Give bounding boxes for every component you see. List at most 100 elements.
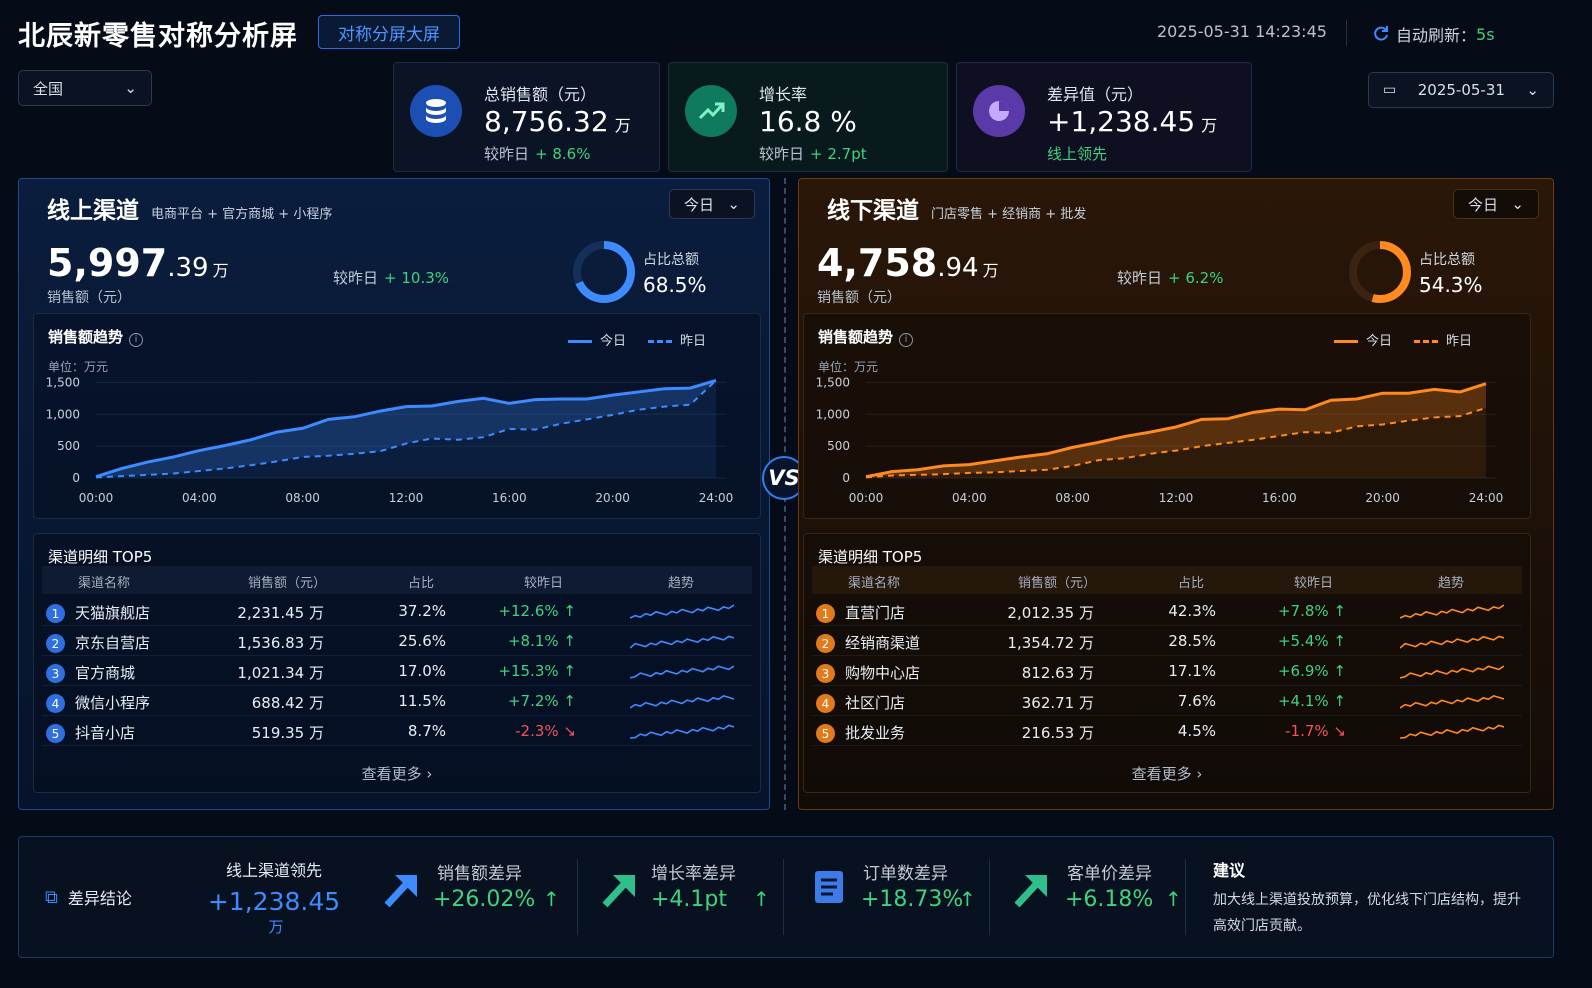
arrow-up-right-icon <box>602 875 635 908</box>
kpi-sub: 较昨日 + 8.6% <box>484 145 591 163</box>
auto-refresh[interactable]: 自动刷新： 5s <box>1372 22 1495 46</box>
sparkline-path <box>630 635 734 649</box>
channel-name: 1 天猫旗舰店 <box>46 602 150 623</box>
kpi-value: 16.8 % <box>759 105 857 138</box>
sparkline <box>630 665 734 679</box>
channel-change: +5.4% ↑ <box>1277 632 1346 650</box>
view-more-link[interactable]: 查看更多 › <box>804 763 1530 784</box>
channel-name: 5 批发业务 <box>816 722 905 743</box>
trend-title: 销售额趋势 i <box>48 326 144 347</box>
share-total: 占比总额 68.5% <box>643 252 707 297</box>
kpi-sub: 较昨日 + 2.7pt <box>759 145 867 163</box>
sparkline-path <box>1400 665 1504 679</box>
arrow-up-icon: ↑ <box>1333 602 1346 620</box>
period-select[interactable]: 今日 ⌄ <box>1453 189 1539 219</box>
table-row[interactable]: 4 微信小程序 688.42 万 11.5% +7.2% ↑ <box>42 686 752 716</box>
sparkline <box>630 635 734 649</box>
arrow-up-icon: ↑ <box>563 632 576 650</box>
database-icon <box>410 85 462 137</box>
legend-yesterday[interactable]: 昨日 <box>1414 330 1472 349</box>
table-row[interactable]: 2 经销商渠道 1,354.72 万 28.5% +5.4% ↑ <box>812 626 1522 656</box>
channel-change: +6.9% ↑ <box>1277 662 1346 680</box>
channel-name: 4 社区门店 <box>816 692 905 713</box>
legend-today[interactable]: 今日 <box>568 330 626 349</box>
table-header: 渠道名称 销售额（元） 占比 较昨日 趋势 <box>42 566 752 594</box>
region-select[interactable]: 全国 ⌄ <box>18 70 152 106</box>
rank-badge: 5 <box>46 724 65 743</box>
trend-card: 销售额趋势 i 今日 昨日 单位：万元 0 500 1,000 1,500 00:00 04… <box>803 313 1531 519</box>
channel-share: 42.3% <box>1168 602 1216 620</box>
sparkline-path <box>1400 635 1504 649</box>
kpi-label: 总销售额（元） <box>484 85 597 104</box>
metric-sales-diff: 销售额差异 +26.02% ↑ <box>381 837 571 957</box>
trend-title: 销售额趋势 i <box>818 326 914 347</box>
date-picker[interactable]: ▭ 2025-05-31 ⌄ <box>1368 72 1554 108</box>
x-tick-label: 20:00 <box>1365 491 1400 505</box>
arrow-up-icon: ↑ <box>1333 692 1346 710</box>
online-panel: 线上渠道 电商平台 + 官方商城 + 小程序 今日 ⌄ 5,997.39 万 销售额（… <box>18 178 770 810</box>
y-tick-label: 1,000 <box>46 407 80 421</box>
header-divider <box>1346 20 1347 46</box>
channel-change: +15.3% ↑ <box>498 662 576 680</box>
refresh-icon[interactable] <box>1372 25 1390 43</box>
sales-amount: 4,758.94 万 <box>817 241 999 285</box>
arrow-up-icon: ↑ <box>1333 632 1346 650</box>
info-icon[interactable]: i <box>129 333 144 347</box>
offline-panel: 线下渠道 门店零售 + 经销商 + 批发 今日 ⌄ 4,758.94 万 销售额（元）… <box>798 178 1554 810</box>
trend-chart: 0 500 1,000 1,500 00:00 04:00 08:00 12:00 16:00 2… <box>46 375 734 505</box>
channel-change: +7.2% ↑ <box>507 692 576 710</box>
table-row[interactable]: 5 抖音小店 519.35 万 8.7% -2.3% ↘ <box>42 716 752 746</box>
channel-change: +4.1% ↑ <box>1277 692 1346 710</box>
chart-legend: 今日 昨日 <box>1334 330 1472 349</box>
channel-share: 25.6% <box>398 632 446 650</box>
channel-name: 2 京东自营店 <box>46 632 150 653</box>
channel-amount: 688.42 万 <box>251 694 324 712</box>
channel-name: 1 直营门店 <box>816 602 905 623</box>
table-row[interactable]: 3 购物中心店 812.63 万 17.1% +6.9% ↑ <box>812 656 1522 686</box>
lead-summary: 线上渠道领先 +1,238.45万 <box>207 861 341 936</box>
sparkline <box>1400 635 1504 649</box>
view-more-link[interactable]: 查看更多 › <box>34 763 760 784</box>
metric-growth-diff: 增长率差异 +4.1pt ↑ <box>599 837 789 957</box>
legend-today[interactable]: 今日 <box>1334 330 1392 349</box>
table-row[interactable]: 1 天猫旗舰店 2,231.45 万 37.2% +12.6% ↑ <box>42 596 752 626</box>
period-select[interactable]: 今日 ⌄ <box>669 189 755 219</box>
arrow-up-icon: ↑ <box>563 662 576 680</box>
metric-aov-diff: 客单价差异 +6.18% ↑ <box>1011 837 1201 957</box>
table-row[interactable]: 4 社区门店 362.71 万 7.6% +4.1% ↑ <box>812 686 1522 716</box>
rank-badge: 4 <box>46 694 65 713</box>
info-icon[interactable]: i <box>899 333 914 347</box>
channel-name: 5 抖音小店 <box>46 722 135 743</box>
x-tick-label: 04:00 <box>182 491 217 505</box>
pie-icon <box>973 85 1025 137</box>
kpi-value: 8,756.32 万 <box>484 105 631 138</box>
sparkline <box>630 604 734 619</box>
legend-yesterday[interactable]: 昨日 <box>648 330 706 349</box>
kpi-total-sales: 总销售额（元） 8,756.32 万 较昨日 + 8.6% <box>393 62 660 172</box>
y-tick-label: 1,500 <box>46 375 80 389</box>
channel-change: +7.8% ↑ <box>1277 602 1346 620</box>
footer-divider <box>989 859 990 935</box>
compare-yesterday: 较昨日 + 6.2% <box>1117 269 1224 287</box>
x-tick-label: 20:00 <box>595 491 630 505</box>
mode-badge[interactable]: 对称分屏大屏 <box>318 15 460 49</box>
rank-badge: 5 <box>816 724 835 743</box>
table-row[interactable]: 5 批发业务 216.53 万 4.5% -1.7% ↘ <box>812 716 1522 746</box>
trend-up-icon <box>685 85 737 137</box>
top5-card: 渠道明细 TOP5 渠道名称 销售额（元） 占比 较昨日 趋势 1 直营门店 2,0… <box>803 533 1531 793</box>
table-row[interactable]: 3 官方商城 1,021.34 万 17.0% +15.3% ↑ <box>42 656 752 686</box>
sparkline-path <box>1400 695 1504 709</box>
table-row[interactable]: 1 直营门店 2,012.35 万 42.3% +7.8% ↑ <box>812 596 1522 626</box>
region-value: 全国 <box>33 79 64 98</box>
y-tick-label: 0 <box>72 471 80 485</box>
channel-share: 7.6% <box>1177 692 1216 710</box>
arrow-down-icon: ↘ <box>563 722 576 740</box>
channel-change: +12.6% ↑ <box>498 602 576 620</box>
x-tick-label: 00:00 <box>849 491 884 505</box>
chevron-down-icon: ⌄ <box>124 79 137 97</box>
rank-badge: 4 <box>816 694 835 713</box>
channel-change: +8.1% ↑ <box>507 632 576 650</box>
table-row[interactable]: 2 京东自营店 1,536.83 万 25.6% +8.1% ↑ <box>42 626 752 656</box>
sparkline-path <box>1400 724 1504 739</box>
channel-amount: 519.35 万 <box>251 724 324 742</box>
